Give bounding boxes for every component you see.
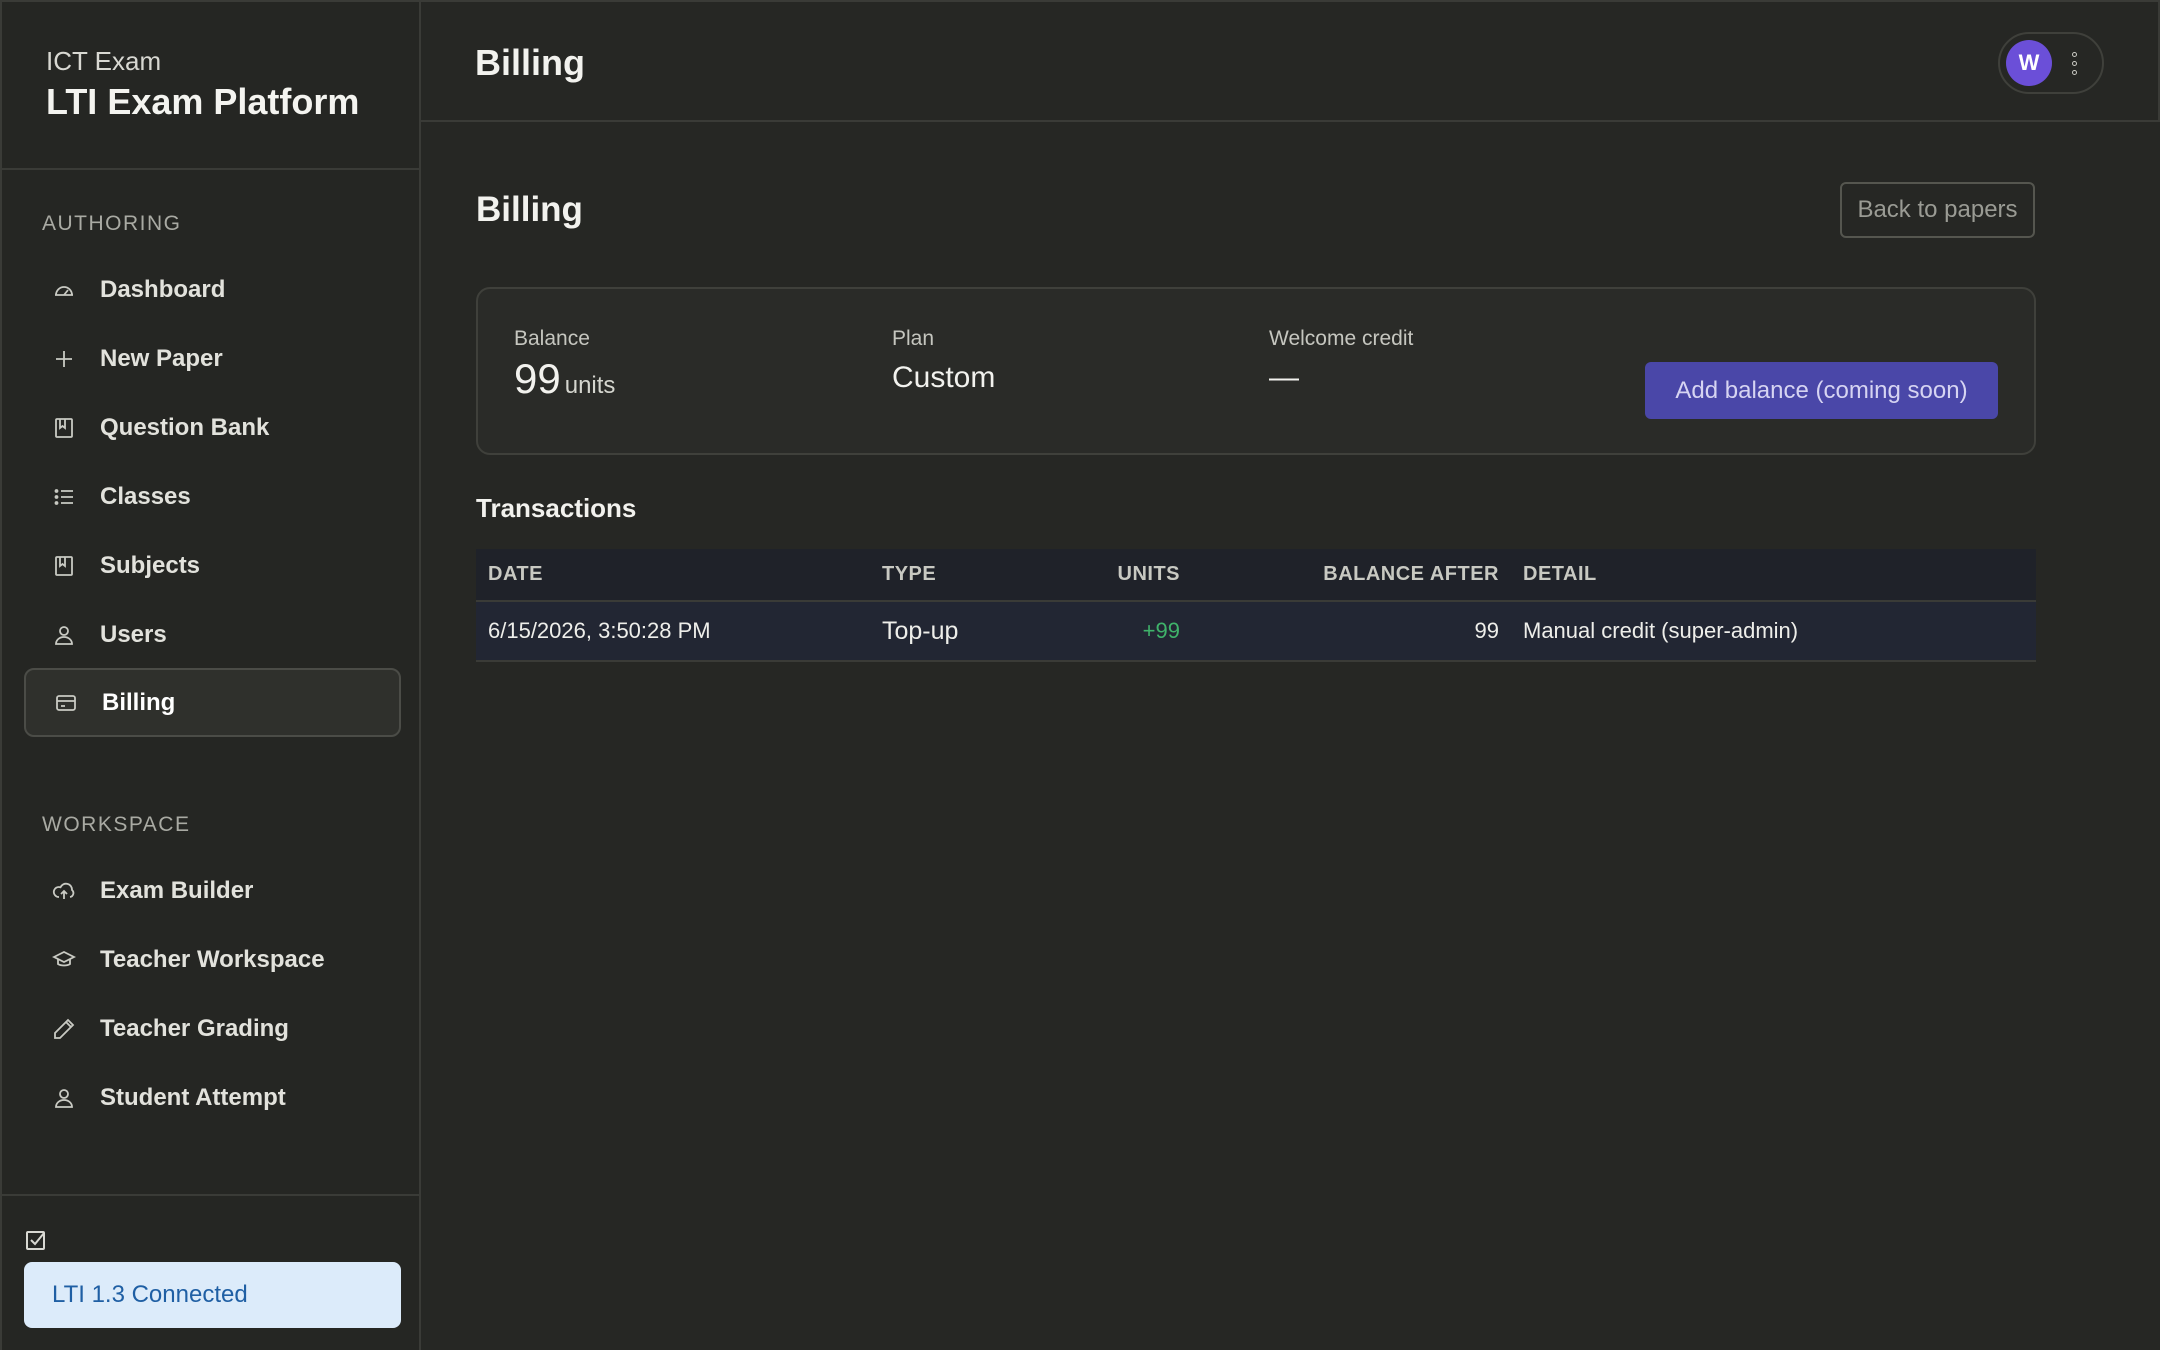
sidebar-item-teacher-grading[interactable]: Teacher Grading [24, 994, 401, 1063]
transactions-table: DATE TYPE UNITS BALANCE AFTER DETAIL 6/1… [476, 549, 2036, 662]
cloud-upload-icon [50, 877, 78, 905]
sidebar-item-label: Question Bank [100, 413, 270, 441]
balance-amount: 99 [514, 355, 561, 402]
cell-balance-after: 99 [1192, 601, 1523, 662]
graduation-cap-icon [50, 946, 78, 974]
checkbox-icon [24, 1228, 50, 1254]
cell-date: 6/15/2026, 3:50:28 PM [476, 601, 882, 662]
welcome-credit-label: Welcome credit [1269, 327, 1414, 350]
plan-stat: Plan Custom [892, 327, 995, 395]
sidebar-item-label: Users [100, 620, 167, 648]
sidebar-item-label: Teacher Workspace [100, 945, 325, 973]
cell-detail: Manual credit (super-admin) [1523, 601, 2036, 662]
column-header-date[interactable]: DATE [476, 549, 882, 602]
book-icon [50, 414, 78, 442]
user-icon [50, 621, 78, 649]
balance-label: Balance [514, 327, 590, 350]
topbar: Billing W [421, 0, 2160, 122]
sidebar: ICT Exam LTI Exam Platform AUTHORING Das… [0, 0, 421, 1350]
plan-value: Custom [892, 361, 996, 394]
credit-card-icon [52, 689, 80, 717]
section-label-authoring: AUTHORING [42, 212, 182, 235]
more-vertical-icon[interactable] [2070, 51, 2078, 75]
sidebar-item-label: Student Attempt [100, 1083, 286, 1111]
book-icon [50, 552, 78, 580]
balance-value: 99 units [514, 355, 615, 403]
welcome-credit-value: — [1269, 361, 1299, 394]
sidebar-item-exam-builder[interactable]: Exam Builder [24, 856, 401, 925]
balance-stat: Balance 99 units [514, 327, 615, 403]
sidebar-item-label: Classes [100, 482, 191, 510]
pencil-icon [50, 1015, 78, 1043]
sidebar-item-billing[interactable]: Billing [24, 668, 401, 737]
cell-type: Top-up [882, 601, 1082, 662]
add-balance-button[interactable]: Add balance (coming soon) [1645, 362, 1998, 419]
table-header-row: DATE TYPE UNITS BALANCE AFTER DETAIL [476, 549, 2036, 602]
sidebar-item-label: Billing [102, 688, 176, 716]
sidebar-item-label: Subjects [100, 551, 201, 579]
sidebar-item-label: Teacher Grading [100, 1014, 289, 1042]
sidebar-item-label: New Paper [100, 344, 223, 372]
sidebar-item-teacher-workspace[interactable]: Teacher Workspace [24, 925, 401, 994]
table-row[interactable]: 6/15/2026, 3:50:28 PM Top-up +99 99 Manu… [476, 601, 2036, 662]
page-title: Billing [475, 42, 585, 83]
column-header-balance-after[interactable]: BALANCE AFTER [1192, 549, 1523, 602]
column-header-type[interactable]: TYPE [882, 549, 1082, 602]
sidebar-footer: LTI 1.3 Connected [2, 1194, 419, 1350]
back-to-papers-button[interactable]: Back to papers [1840, 182, 2035, 238]
cell-units: +99 [1082, 601, 1192, 662]
balance-unit: units [564, 372, 616, 399]
brand-title: LTI Exam Platform [46, 81, 360, 122]
list-icon [50, 483, 78, 511]
sidebar-item-question-bank[interactable]: Question Bank [24, 393, 401, 462]
billing-summary-card: Balance 99 units Plan Custom Welcome cred… [476, 287, 2036, 455]
section-heading: Billing [476, 190, 583, 229]
sidebar-item-new-paper[interactable]: New Paper [24, 324, 401, 393]
lti-status-badge: LTI 1.3 Connected [24, 1262, 401, 1328]
sidebar-item-label: Dashboard [100, 275, 226, 303]
sidebar-item-classes[interactable]: Classes [24, 462, 401, 531]
column-header-units[interactable]: UNITS [1082, 549, 1192, 602]
user-menu[interactable]: W [1998, 32, 2104, 94]
welcome-credit-stat: Welcome credit — [1269, 327, 1413, 395]
plan-label: Plan [892, 327, 935, 350]
sidebar-item-label: Exam Builder [100, 876, 254, 904]
transactions-heading: Transactions [476, 493, 637, 523]
sidebar-item-subjects[interactable]: Subjects [24, 531, 401, 600]
plus-icon [50, 345, 78, 373]
brand-subtitle: ICT Exam [46, 46, 162, 76]
gauge-icon [50, 276, 78, 304]
section-label-workspace: WORKSPACE [42, 813, 191, 836]
avatar[interactable]: W [2006, 40, 2052, 86]
app-root: ICT Exam LTI Exam Platform AUTHORING Das… [0, 0, 2160, 1350]
brand: ICT Exam LTI Exam Platform [2, 2, 419, 170]
user-icon [50, 1084, 78, 1112]
column-header-detail[interactable]: DETAIL [1523, 549, 2036, 602]
sidebar-item-users[interactable]: Users [24, 600, 401, 669]
sidebar-item-dashboard[interactable]: Dashboard [24, 255, 401, 324]
sidebar-item-student-attempt[interactable]: Student Attempt [24, 1063, 401, 1132]
